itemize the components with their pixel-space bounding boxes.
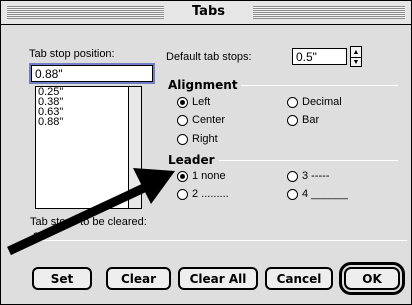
radio-label: 1 none <box>192 170 226 182</box>
alignment-heading: Alignment <box>168 78 238 92</box>
title-bar[interactable]: Tabs <box>1 1 411 25</box>
alignment-right-radio[interactable]: Right <box>177 133 218 145</box>
alignment-left-radio[interactable]: Left <box>177 96 210 108</box>
tab-stop-position-label: Tab stop position: <box>29 48 115 60</box>
radio-selected-icon <box>177 96 188 108</box>
alignment-divider <box>241 85 398 86</box>
tab-stop-list-scrollbar[interactable] <box>129 86 142 209</box>
radio-label: Center <box>192 114 226 126</box>
clear-button[interactable]: Clear <box>106 267 171 290</box>
tabs-dialog: Tabs Tab stop position: 0.88" 0.25" 0.38… <box>0 0 412 305</box>
title-stripes-right <box>253 6 405 19</box>
radio-selected-icon <box>177 170 188 182</box>
radio-label: 4 ______ <box>302 188 348 200</box>
leader-dashes-radio[interactable]: 3 ----- <box>287 170 330 182</box>
leader-underline-radio[interactable]: 4 ______ <box>287 188 348 200</box>
tab-stop-position-input[interactable]: 0.88" <box>29 63 155 84</box>
set-button[interactable]: Set <box>32 267 92 290</box>
leader-dots-radio[interactable]: 2 ......... <box>177 188 229 200</box>
default-tab-stops-stepper[interactable]: ▲ ▼ <box>350 46 362 67</box>
alignment-center-radio[interactable]: Center <box>177 114 225 126</box>
alignment-bar-radio[interactable]: Bar <box>287 114 319 126</box>
radio-icon <box>287 114 298 126</box>
tab-stop-list[interactable]: 0.25" 0.38" 0.63" 0.88" <box>35 86 129 209</box>
radio-icon <box>287 96 298 108</box>
radio-icon <box>177 114 188 126</box>
radio-label: Right <box>192 133 218 145</box>
radio-label: Bar <box>302 114 320 126</box>
leader-divider <box>219 160 398 161</box>
window-title: Tabs <box>191 4 225 19</box>
list-item[interactable]: 0.88" <box>36 117 128 128</box>
cancel-button[interactable]: Cancel <box>265 267 333 290</box>
ok-button[interactable]: OK <box>339 262 405 295</box>
clear-all-button[interactable]: Clear All <box>178 267 258 290</box>
leader-heading: Leader <box>168 153 215 167</box>
title-stripes-left <box>7 6 164 19</box>
radio-icon <box>287 188 298 200</box>
stepper-down-icon[interactable]: ▼ <box>351 57 361 67</box>
leader-none-radio[interactable]: 1 none <box>177 170 226 182</box>
default-tab-stops-label: Default tab stops: <box>166 51 252 63</box>
radio-icon <box>177 188 188 200</box>
button-separator <box>30 240 407 241</box>
radio-label: 3 ----- <box>302 170 330 182</box>
tab-stops-cleared-value: .25" <box>30 231 50 243</box>
stepper-up-icon[interactable]: ▲ <box>351 47 361 57</box>
radio-icon <box>287 170 298 182</box>
alignment-decimal-radio[interactable]: Decimal <box>287 96 342 108</box>
default-tab-stops-input[interactable]: 0.5" <box>292 48 347 65</box>
radio-icon <box>177 133 188 145</box>
radio-label: Left <box>192 96 211 108</box>
radio-label: Decimal <box>302 96 342 108</box>
radio-label: 2 ......... <box>192 188 229 200</box>
tab-stops-cleared-label: Tab stops to be cleared: <box>30 216 147 228</box>
